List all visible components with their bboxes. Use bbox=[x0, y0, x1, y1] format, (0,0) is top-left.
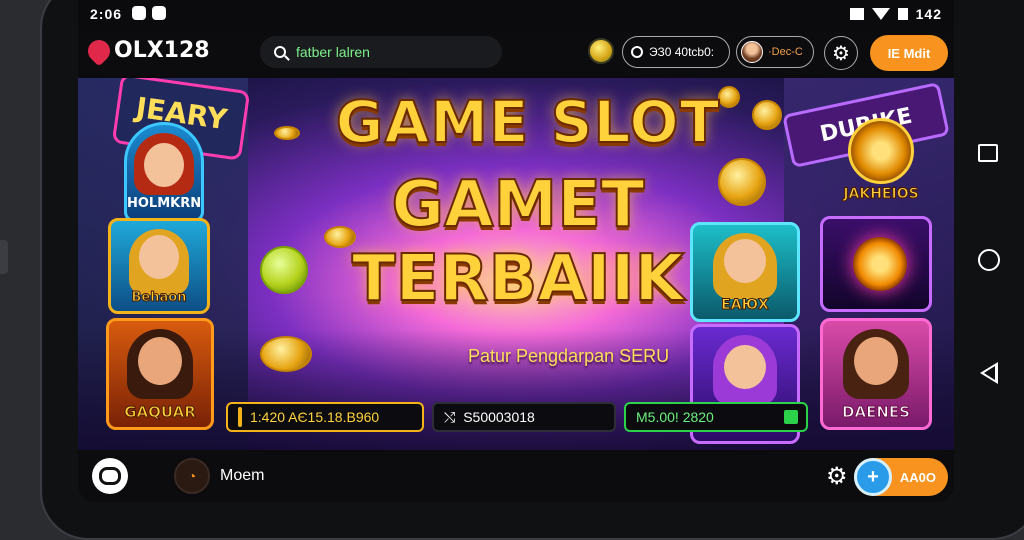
action-button[interactable]: + AA0O bbox=[854, 458, 948, 496]
jackpot-wheel-icon bbox=[848, 118, 914, 184]
wifi-icon bbox=[871, 8, 890, 20]
character-face bbox=[138, 337, 182, 385]
gear-icon[interactable]: ⚙ bbox=[826, 462, 848, 491]
notification-icon bbox=[132, 6, 146, 20]
system-nav-bar bbox=[960, 0, 1020, 512]
title-line-1: GAME SLOT bbox=[335, 87, 721, 157]
gear-icon: ⚙ bbox=[832, 42, 850, 65]
slot-emblem-icon bbox=[853, 237, 907, 291]
search-value: fatber lalren bbox=[296, 44, 370, 60]
side-hardware-button bbox=[0, 240, 8, 274]
battery-icon bbox=[897, 8, 908, 20]
balance-icon bbox=[631, 46, 643, 58]
banner-subtitle: Patur Pengdarpan SERU bbox=[468, 346, 670, 366]
plus-icon: + bbox=[854, 458, 892, 496]
promo-banner[interactable]: JEARY DUBIKE GAME SLOT GAMET TERBAIIK Pa… bbox=[78, 78, 954, 450]
bottom-bar: ◔ Moem ⚙ + AA0O bbox=[78, 452, 954, 502]
search-icon bbox=[274, 46, 286, 58]
game-card[interactable]: ЕАЮХ bbox=[690, 222, 800, 322]
chat-button[interactable] bbox=[92, 458, 128, 494]
game-card-label: Behaon bbox=[131, 290, 187, 306]
game-card[interactable]: DAENES bbox=[820, 318, 932, 430]
jackpot-sign[interactable]: JAKHEIOS bbox=[826, 118, 936, 210]
notification-icon bbox=[152, 6, 166, 20]
game-card-label: GAQUAR bbox=[124, 403, 197, 422]
app-screen: 2:06 142 OLX128 fatber lalren ЭЗ0 40tcb0… bbox=[78, 0, 954, 502]
character-face bbox=[139, 235, 179, 279]
status-right: 142 bbox=[849, 6, 942, 22]
stat-text: 1:420 AЄ15.18.B960 bbox=[250, 409, 380, 425]
balance-pill[interactable]: ЭЗ0 40tcb0: bbox=[622, 36, 730, 68]
stat-panel[interactable]: 1:420 AЄ15.18.B960 bbox=[226, 402, 424, 432]
play-icon bbox=[784, 410, 798, 424]
status-time: 2:06 bbox=[90, 6, 123, 22]
character-face bbox=[724, 239, 766, 283]
game-card-label: ЕАЮХ bbox=[721, 297, 770, 314]
share-icon: ⤭ bbox=[444, 408, 456, 425]
menu-icon: ◔ bbox=[174, 458, 210, 494]
jackpot-label: JAKHEIOS bbox=[843, 186, 919, 203]
stat-text: S50003018 bbox=[463, 409, 535, 425]
status-battery-text: 142 bbox=[915, 6, 942, 22]
game-card[interactable]: Behaon bbox=[108, 218, 210, 314]
coin-icon[interactable] bbox=[588, 38, 614, 64]
username: ·Dec-C bbox=[768, 46, 803, 58]
game-card-label: DAENES bbox=[842, 403, 911, 422]
stat-text: M5.00! 2820 bbox=[636, 409, 714, 425]
heart-logo-icon bbox=[83, 34, 115, 67]
menu-label: Moem bbox=[220, 467, 265, 484]
avatar bbox=[741, 41, 763, 63]
game-card[interactable]: GAQUAR bbox=[106, 318, 214, 430]
app-header: OLX128 fatber lalren ЭЗ0 40tcb0: ·Dec-C … bbox=[78, 30, 954, 76]
home-icon[interactable] bbox=[978, 249, 1000, 271]
menu-button[interactable]: ◔ Moem bbox=[174, 458, 264, 494]
login-button[interactable]: IЕ Mdit bbox=[870, 35, 948, 71]
coin-icon bbox=[260, 336, 312, 372]
game-card[interactable] bbox=[820, 216, 932, 312]
recents-icon[interactable] bbox=[978, 144, 998, 162]
search-input[interactable]: fatber lalren bbox=[260, 36, 502, 68]
back-icon[interactable] bbox=[980, 362, 998, 384]
app-logo[interactable]: OLX128 bbox=[83, 34, 210, 67]
settings-button[interactable]: ⚙ bbox=[824, 36, 858, 70]
action-label: AA0O bbox=[899, 469, 936, 485]
notification-icons bbox=[132, 6, 166, 20]
character-face bbox=[144, 143, 184, 187]
character-face bbox=[724, 345, 766, 389]
vibrate-icon bbox=[849, 8, 864, 20]
balance-value: ЭЗ0 40tcb0: bbox=[649, 45, 715, 59]
logo-text: OLX128 bbox=[114, 38, 210, 63]
game-card-label: HOLMKRN bbox=[127, 196, 202, 211]
game-card[interactable]: HOLMKRN bbox=[124, 122, 204, 222]
character-face bbox=[854, 337, 898, 385]
status-bar: 2:06 142 bbox=[78, 0, 954, 28]
user-profile-pill[interactable]: ·Dec-C bbox=[736, 36, 814, 68]
stat-panel[interactable]: M5.00! 2820 bbox=[624, 402, 808, 432]
stat-panel[interactable]: ⤭ S50003018 bbox=[432, 402, 616, 432]
